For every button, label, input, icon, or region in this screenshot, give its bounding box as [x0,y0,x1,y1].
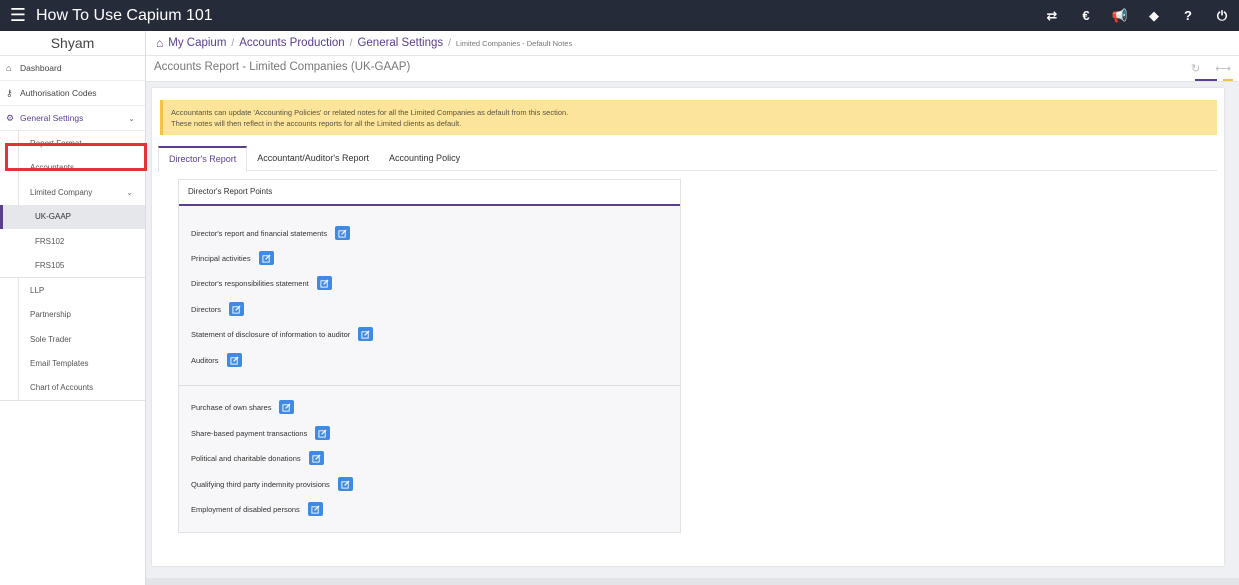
edit-icon [338,228,347,238]
expand-icon[interactable]: ⟷ [1215,63,1231,75]
edit-button[interactable] [316,276,332,290]
sidebar-item-email-templates[interactable]: Email Templates [0,351,145,376]
edit-icon [320,278,329,288]
sidebar-item-sole-trader[interactable]: Sole Trader [0,327,145,352]
sidebar-item-llp[interactable]: LLP [0,278,145,303]
edit-button[interactable] [258,251,274,265]
top-icons: ⇄ € 📢 ◆ ? ⏻ [1035,0,1239,31]
bottom-strip [146,578,1239,585]
list-item: Principal activities [191,251,274,265]
list-item: Share-based payment transactions [191,426,331,440]
notice-line: These notes will then reflect in the acc… [171,119,462,128]
edit-button[interactable] [335,226,351,240]
edit-icon [311,504,320,514]
user-name: Shyam [0,31,145,56]
sidebar-item-label: Authorisation Codes [20,88,97,98]
list-item: Political and charitable donations [191,451,324,465]
info-notice: Accountants can update 'Accounting Polic… [160,100,1217,135]
breadcrumb: ⌂ My Capium / Accounts Production / Gene… [146,31,1239,56]
edit-button[interactable] [358,327,374,341]
sidebar-item-frs102[interactable]: FRS102 [0,229,145,254]
list-item: Director's responsibilities statement [191,276,332,290]
page-title-bar: Accounts Report - Limited Companies (UK-… [146,56,1239,82]
tag-icon[interactable]: ◆ [1137,8,1171,24]
main-panel: Accountants can update 'Accounting Polic… [152,88,1224,566]
notice-line: Accountants can update 'Accounting Polic… [171,108,569,117]
sidebar-item-partnership[interactable]: Partnership [0,302,145,327]
tab-bar: Director's Report Accountant/Auditor's R… [158,146,1217,172]
list-item: Directors [191,302,245,316]
help-icon[interactable]: ? [1171,8,1205,23]
edit-icon [341,479,350,489]
sidebar-item-label: Sole Trader [30,334,72,344]
edit-icon [282,402,291,412]
sidebar-item-chart-of-accounts[interactable]: Chart of Accounts [0,376,145,401]
home-icon[interactable]: ⌂ [156,36,163,50]
edit-button[interactable] [307,502,323,516]
page-title: Accounts Report - Limited Companies (UK-… [154,61,411,73]
sidebar-item-label: FRS105 [35,260,65,270]
sidebar-item-limited-company[interactable]: Limited Company ⌄ [0,180,145,205]
edit-icon [229,355,239,365]
home-icon: ⌂ [6,63,12,73]
list-item: Director's report and financial statemen… [191,226,351,240]
tab-accounting-policy[interactable]: Accounting Policy [379,146,470,170]
tab-directors-report[interactable]: Director's Report [158,146,248,172]
sidebar-item-general-settings[interactable]: ⚙ General Settings ⌄ [0,106,145,131]
currency-icon[interactable]: € [1069,8,1103,23]
directors-report-card: Director's Report Points Director's repo… [178,179,681,533]
edit-button[interactable] [337,477,353,491]
sidebar-item-frs105[interactable]: FRS105 [0,254,145,278]
chevron-down-icon: ⌄ [126,187,133,197]
sidebar-item-label: Chart of Accounts [30,383,94,393]
edit-icon [232,304,241,314]
sidebar-item-label: Dashboard [20,63,62,73]
divider [179,385,680,386]
breadcrumb-link[interactable]: Accounts Production [239,37,344,49]
breadcrumb-link[interactable]: General Settings [357,37,443,49]
megaphone-icon[interactable]: 📢 [1103,8,1137,24]
sidebar-item-label: UK-GAAP [35,212,72,222]
edit-button[interactable] [226,353,242,367]
edit-button[interactable] [279,400,295,414]
key-icon: ⚷ [6,87,13,98]
list-item: Qualifying third party indemnity provisi… [191,477,353,491]
chevron-down-icon: ⌄ [128,113,135,123]
power-icon[interactable]: ⏻ [1205,8,1239,24]
sidebar-item-uk-gaap[interactable]: UK-GAAP [0,204,145,229]
app-title: How To Use Capium 101 [36,6,213,24]
title-tools: ↻ ⟷ [1179,58,1231,80]
sidebar-item-authorisation-codes[interactable]: ⚷ Authorisation Codes [0,81,145,106]
card-header: Director's Report Points [179,180,680,206]
sidebar-item-dashboard[interactable]: ⌂ Dashboard [0,56,145,81]
sidebar-item-label: General Settings [20,113,84,123]
top-bar: ☰ How To Use Capium 101 ⇄ € 📢 ◆ ? ⏻ [0,0,1239,31]
arrows-icon[interactable]: ⇄ [1035,8,1069,24]
edit-icon [361,329,370,339]
list-item: Purchase of own shares [191,400,295,414]
sidebar-item-label: Limited Company [30,187,93,197]
sidebar-item-label: FRS102 [35,236,65,246]
breadcrumb-current: Limited Companies - Default Notes [455,38,573,48]
edit-button[interactable] [229,302,245,316]
breadcrumb-link[interactable]: My Capium [168,37,226,49]
menu-icon[interactable]: ☰ [0,5,36,26]
sidebar-item-label: LLP [30,285,45,295]
edit-button[interactable] [308,451,324,465]
edit-icon [318,428,327,438]
edit-icon [312,453,321,463]
list-item: Auditors [191,353,242,367]
gears-icon: ⚙ [6,112,15,123]
list-item: Statement of disclosure of information t… [191,327,374,341]
edit-button[interactable] [315,426,331,440]
list-item: Employment of disabled persons [191,502,323,516]
sidebar-item-label: Email Templates [30,359,89,369]
edit-icon [262,253,271,263]
tab-accountant-auditors-report[interactable]: Accountant/Auditor's Report [247,146,379,170]
highlight-annotation [5,143,147,171]
refresh-icon[interactable]: ↻ [1191,63,1200,75]
sidebar: Shyam ⌂ Dashboard ⚷ Authorisation Codes … [0,31,146,585]
sidebar-item-label: Partnership [30,310,71,320]
